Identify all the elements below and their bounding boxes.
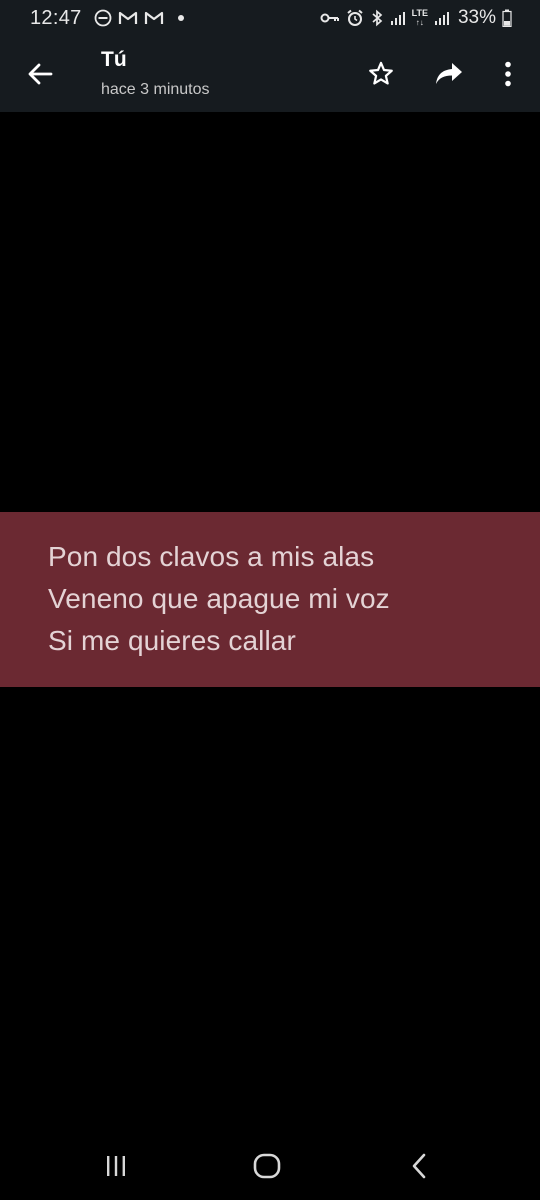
status-right: LTE ↑↓ 33%	[320, 7, 512, 29]
back-button[interactable]	[22, 56, 58, 92]
battery-icon	[502, 8, 512, 28]
text-card: Pon dos clavos a mis alas Veneno que apa…	[0, 512, 540, 687]
story-content[interactable]: Pon dos clavos a mis alas Veneno que apa…	[0, 112, 540, 1134]
status-bar: 12:47 LTE ↑↓ 33%	[0, 0, 540, 36]
more-options-button[interactable]	[490, 56, 526, 92]
share-button[interactable]	[431, 56, 467, 92]
data-arrows-icon: ↑↓	[415, 18, 424, 27]
vpn-key-icon	[320, 8, 340, 28]
status-left: 12:47	[30, 7, 184, 30]
timestamp: hace 3 minutos	[101, 81, 210, 98]
home-button[interactable]	[247, 1146, 287, 1186]
story-text-line: Si me quieres callar	[48, 625, 296, 656]
signal-icon	[434, 8, 450, 28]
home-icon	[253, 1153, 281, 1179]
notification-dot-icon	[177, 15, 184, 21]
bluetooth-icon	[370, 8, 384, 28]
gmail-icon	[118, 8, 138, 28]
status-time: 12:47	[30, 6, 82, 29]
do-not-disturb-icon	[94, 8, 112, 28]
story-text-line: Veneno que apague mi voz	[48, 583, 390, 614]
lte-icon: LTE ↑↓	[412, 8, 428, 28]
app-bar: Tú hace 3 minutos	[0, 36, 540, 112]
gmail-icon	[144, 8, 164, 28]
signal-icon	[390, 8, 406, 28]
share-arrow-icon	[436, 63, 462, 84]
system-back-button[interactable]	[399, 1146, 439, 1186]
alarm-icon	[346, 8, 364, 28]
battery-percentage: 33%	[457, 7, 496, 28]
more-vertical-icon	[505, 61, 511, 87]
recents-button[interactable]	[96, 1146, 136, 1186]
system-nav-bar	[0, 1134, 540, 1200]
arrow-left-icon	[28, 63, 53, 85]
chevron-left-icon	[412, 1153, 426, 1179]
star-outline-icon	[369, 61, 393, 85]
lte-label: LTE	[411, 8, 428, 18]
story-text-line: Pon dos clavos a mis alas	[48, 541, 375, 572]
recents-icon	[107, 1156, 125, 1176]
title-block: Tú hace 3 minutos	[101, 46, 210, 100]
screen: 12:47 LTE ↑↓ 33% Tú hace 3 minutos Pon d…	[0, 0, 540, 1200]
star-button[interactable]	[363, 56, 399, 92]
page-title: Tú	[101, 48, 127, 71]
